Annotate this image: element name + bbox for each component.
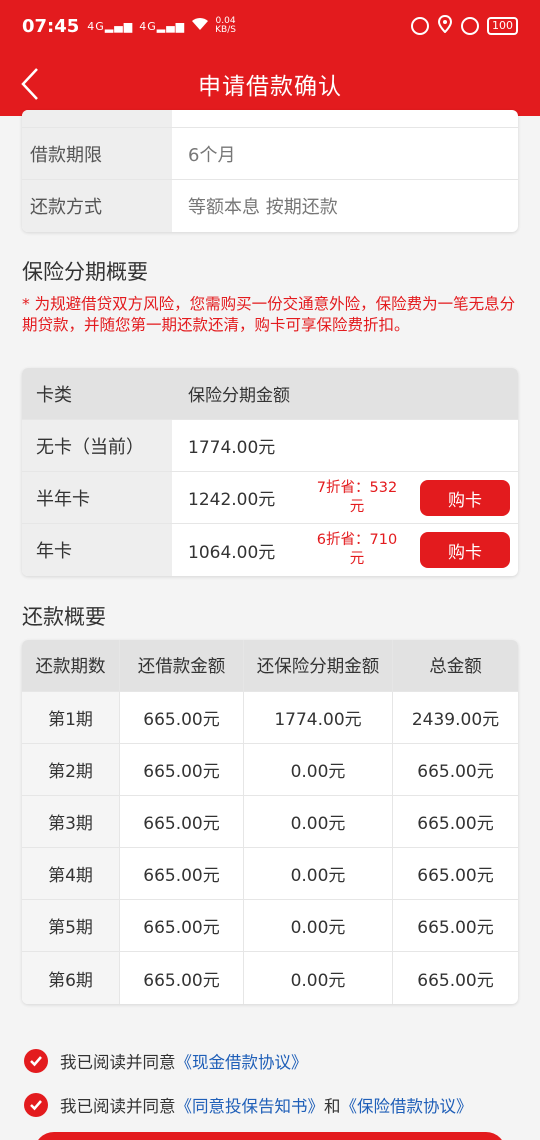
insurance-amount: 1064.00元 [188, 542, 276, 563]
agreement-checkbox-2[interactable] [24, 1093, 48, 1117]
insurance-notice: * 为规避借贷双方风险，您需购买一份交通意外险，保险费为一笔无息分期贷款，并随您… [22, 295, 516, 334]
loan-term-value: 6个月 [188, 144, 236, 166]
repay-method-row: 还款方式 等额本息 按期还款 [22, 180, 518, 232]
insurance-amount: 1774.00元 [188, 438, 276, 458]
back-button[interactable] [10, 62, 50, 106]
insurance-loan-agreement-link[interactable]: 《保险借款协议》 [341, 1093, 473, 1117]
signal-icon-2: 4G▂▄▆ [139, 19, 186, 33]
total-cell: 665.00元 [417, 762, 494, 782]
header-total: 总金额 [393, 640, 518, 691]
loan-info-card: 借款期限 6个月 还款方式 等额本息 按期还款 [22, 110, 518, 232]
table-row: 第5期 665.00元 0.00元 665.00元 [22, 900, 518, 952]
loan-term-label: 借款期限 [22, 128, 172, 179]
period-cell: 第5期 [22, 900, 120, 951]
insurance-amount-cell: 0.00元 [244, 952, 393, 1004]
status-time: 07:45 [22, 15, 80, 37]
buy-half-year-card-button[interactable]: 购卡 [420, 480, 510, 516]
repay-method-label: 还款方式 [22, 180, 172, 232]
alarm-icon [461, 17, 479, 35]
signal-icon: 4G▂▄▆ [87, 19, 134, 33]
location-icon [437, 14, 453, 38]
period-cell: 第6期 [22, 952, 120, 1004]
agreement-and-text: 和 [324, 1097, 341, 1116]
table-row: 第3期 665.00元 0.00元 665.00元 [22, 796, 518, 848]
table-row: 第2期 665.00元 0.00元 665.00元 [22, 744, 518, 796]
header-loan-amount: 还借款金额 [120, 640, 244, 691]
table-row: 第6期 665.00元 0.00元 665.00元 [22, 952, 518, 1004]
submit-button[interactable] [34, 1132, 506, 1140]
period-cell: 第3期 [22, 796, 120, 847]
check-icon [30, 1056, 42, 1067]
card-type: 年卡 [22, 524, 172, 576]
agreement-row-2: 我已阅读并同意 《同意投保告知书》 和 《保险借款协议》 [24, 1093, 473, 1117]
network-speed: 0.04 KB/S [215, 16, 236, 35]
loan-amount-cell: 665.00元 [120, 848, 244, 899]
insurance-amount-cell: 0.00元 [244, 848, 393, 899]
agreement-text: 我已阅读并同意 [60, 1053, 176, 1072]
loan-amount-cell: 665.00元 [120, 692, 244, 743]
discount-text: 6折省：710 元 [316, 532, 398, 567]
total-cell: 2439.00元 [411, 710, 500, 730]
loan-amount-cell: 665.00元 [120, 796, 244, 847]
insurance-amount: 1242.00元 [188, 490, 276, 510]
cash-loan-agreement-link[interactable]: 《现金借款协议》 [176, 1049, 308, 1073]
repay-method-value: 等额本息 按期还款 [188, 197, 338, 218]
insurance-row-year: 年卡 1064.00元 6折省：710 元 购卡 [22, 524, 518, 576]
insurance-table: 卡类 保险分期金额 无卡（当前） 1774.00元 半年卡 1242.00元 7… [22, 368, 518, 576]
check-icon [30, 1100, 42, 1111]
header-insurance-amount: 保险分期金额 [172, 368, 518, 419]
insurance-table-header: 卡类 保险分期金额 [22, 368, 518, 420]
period-cell: 第4期 [22, 848, 120, 899]
period-cell: 第2期 [22, 744, 120, 795]
insurance-notice-link[interactable]: 《同意投保告知书》 [176, 1093, 325, 1117]
buy-year-card-button[interactable]: 购卡 [420, 532, 510, 568]
total-cell: 665.00元 [417, 814, 494, 834]
header-period: 还款期数 [22, 640, 120, 691]
header-insurance-amount: 还保险分期金额 [244, 640, 393, 691]
insurance-row-none: 无卡（当前） 1774.00元 [22, 420, 518, 472]
repayment-table-header: 还款期数 还借款金额 还保险分期金额 总金额 [22, 640, 518, 692]
loan-term-row: 借款期限 6个月 [22, 128, 518, 180]
period-cell: 第1期 [22, 692, 120, 743]
discount-text: 7折省：532 元 [316, 480, 398, 515]
loan-amount-cell: 665.00元 [120, 744, 244, 795]
insurance-amount-cell: 0.00元 [244, 744, 393, 795]
repayment-table: 还款期数 还借款金额 还保险分期金额 总金额 第1期 665.00元 1774.… [22, 640, 518, 1004]
insurance-section-title: 保险分期概要 [22, 260, 148, 284]
loan-amount-cell: 665.00元 [120, 952, 244, 1004]
card-type: 无卡（当前） [22, 420, 172, 471]
repayment-section-title: 还款概要 [22, 605, 106, 629]
page-title: 申请借款确认 [198, 74, 342, 100]
insurance-amount-cell: 1774.00元 [244, 692, 393, 743]
total-cell: 665.00元 [417, 866, 494, 886]
card-type: 半年卡 [22, 472, 172, 523]
battery-icon: 100 [487, 17, 518, 35]
insurance-amount-cell: 0.00元 [244, 796, 393, 847]
total-cell: 665.00元 [417, 918, 494, 938]
table-row: 第1期 665.00元 1774.00元 2439.00元 [22, 692, 518, 744]
insurance-row-half-year: 半年卡 1242.00元 7折省：532 元 购卡 [22, 472, 518, 524]
status-bar: 07:45 4G▂▄▆ 4G▂▄▆ 0.04 KB/S 100 [0, 0, 540, 52]
agreement-text: 我已阅读并同意 [60, 1097, 176, 1116]
insurance-amount-cell: 0.00元 [244, 900, 393, 951]
wifi-icon [191, 16, 209, 36]
chevron-left-icon [21, 68, 38, 100]
nav-bar: 申请借款确认 [0, 52, 540, 116]
header-card-type: 卡类 [22, 368, 172, 419]
agreement-row-1: 我已阅读并同意 《现金借款协议》 [24, 1049, 308, 1073]
table-row: 第4期 665.00元 0.00元 665.00元 [22, 848, 518, 900]
total-cell: 665.00元 [417, 970, 494, 991]
loan-amount-cell: 665.00元 [120, 900, 244, 951]
lock-icon [411, 17, 429, 35]
agreement-checkbox-1[interactable] [24, 1049, 48, 1073]
